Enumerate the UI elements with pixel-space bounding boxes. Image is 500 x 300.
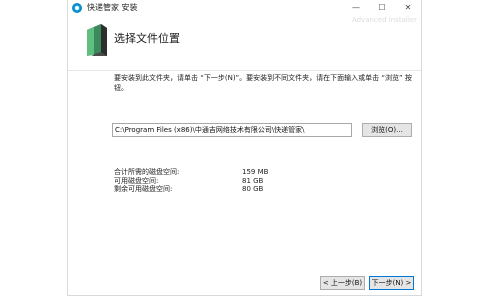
installer-watermark: Advanced Installer [351, 16, 417, 24]
window-title: 快递管家 安装 [87, 3, 138, 12]
required-space-value: 159 MB [242, 168, 269, 176]
browse-button[interactable]: 浏览(O)... [362, 123, 412, 137]
app-icon [72, 3, 82, 13]
next-button[interactable]: 下一步(N) > [369, 276, 414, 290]
disk-space-row: 合计所需的磁盘空间: 159 MB [114, 168, 394, 177]
page-title: 选择文件位置 [114, 32, 180, 45]
close-button[interactable]: ✕ [395, 0, 421, 16]
wizard-header: Advanced Installer 选择文件位置 [68, 16, 421, 71]
back-button[interactable]: < 上一步(B) [320, 276, 365, 290]
wizard-body: 要安装到此文件夹，请单击 “下一步(N)”。要安装到不同文件夹，请在下面输入或单… [68, 71, 421, 256]
remaining-space-label: 剩余可用磁盘空间: [114, 185, 173, 193]
maximize-button[interactable]: ☐ [369, 0, 395, 16]
install-path-input[interactable] [112, 123, 352, 137]
installer-window: 快递管家 安装 — ☐ ✕ Advanced Installer 选择文件位置 … [67, 0, 422, 296]
minimize-button[interactable]: — [343, 0, 369, 16]
folder-icon [87, 24, 107, 56]
title-bar[interactable]: 快递管家 安装 — ☐ ✕ [68, 0, 421, 16]
instruction-text: 要安装到此文件夹，请单击 “下一步(N)”。要安装到不同文件夹，请在下面输入或单… [114, 74, 412, 92]
disk-space-row: 剩余可用磁盘空间: 80 GB [114, 185, 394, 194]
wizard-footer: < 上一步(B) 下一步(N) > [68, 256, 421, 295]
required-space-label: 合计所需的磁盘空间: [114, 168, 180, 176]
remaining-space-value: 80 GB [242, 185, 264, 193]
